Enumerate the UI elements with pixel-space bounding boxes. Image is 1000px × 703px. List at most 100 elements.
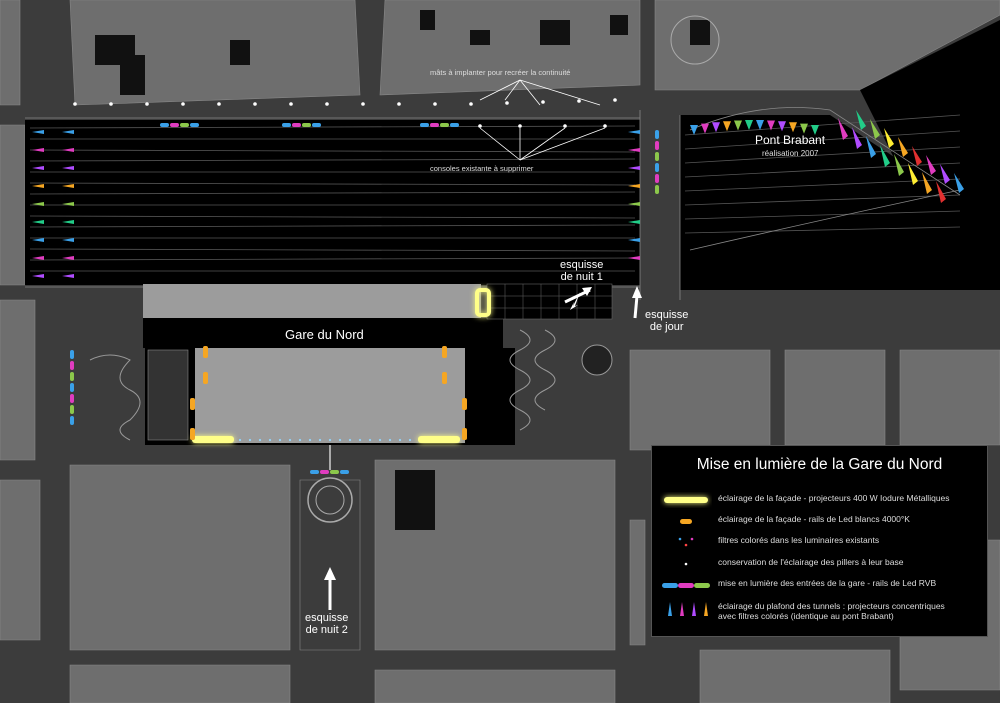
rgb-led-segment xyxy=(70,350,74,359)
rgb-led-segment xyxy=(70,372,74,381)
rgb-led-segment xyxy=(282,123,291,127)
pont-cone xyxy=(856,110,866,130)
legend-item-tunnels: éclairage du plafond des tunnels : proje… xyxy=(652,598,987,628)
pillar-dot xyxy=(408,438,412,442)
block-left-2 xyxy=(0,299,36,461)
station-left-wing xyxy=(147,349,189,441)
map-canvas: mâts à implanter pour recréer la continu… xyxy=(0,0,1000,703)
rgb-led-segment xyxy=(655,141,659,150)
pillar-dot xyxy=(358,438,362,442)
pillar-dot xyxy=(328,438,332,442)
cone-projectors-icon xyxy=(668,602,708,616)
label-mats: mâts à implanter pour recréer la continu… xyxy=(430,68,571,77)
rgb-led-segment xyxy=(450,123,459,127)
block-bottom-strip-2 xyxy=(374,669,616,703)
rgb-led-segment xyxy=(160,123,169,127)
rgb-led-segment xyxy=(655,174,659,183)
rgb-bar-icon xyxy=(662,583,710,588)
console-dot xyxy=(478,124,482,128)
rgb-led-segment xyxy=(70,383,74,392)
pillar-dot xyxy=(248,438,252,442)
rgb-led-segment xyxy=(320,470,329,474)
legend-item-rgb: mise en lumière des entrées de la gare -… xyxy=(652,575,987,593)
rgb-led-segment xyxy=(292,123,301,127)
rgb-led-segment xyxy=(330,470,339,474)
orange-dash-icon xyxy=(680,519,692,524)
block-right-1 xyxy=(629,349,771,451)
rgb-led-segment xyxy=(180,123,189,127)
rgb-led-segment xyxy=(655,163,659,172)
console-dot xyxy=(603,124,607,128)
label-esquisse-nuit-1: esquisse de nuit 1 xyxy=(560,259,604,283)
rgb-led-segment xyxy=(655,185,659,194)
mast-dot xyxy=(577,99,581,103)
legend-item-filters: filtres colorés dans les luminaires exis… xyxy=(652,532,987,550)
legend-item-pillars: conservation de l'éclairage des pillers … xyxy=(652,554,987,572)
rgb-led-segment xyxy=(70,394,74,403)
label-pont-brabant: Pont Brabant xyxy=(755,133,826,147)
rgb-led-segment xyxy=(340,470,349,474)
legend-panel: Mise en lumière de la Gare du Nord éclai… xyxy=(651,445,988,637)
mast-dot xyxy=(433,102,437,106)
block-top-2 xyxy=(379,0,641,96)
mast-dot xyxy=(361,102,365,106)
white-dot-icon xyxy=(684,562,688,566)
block-right-2 xyxy=(784,349,886,446)
pillar-dot xyxy=(388,438,392,442)
label-esquisse-jour: esquisse de jour xyxy=(645,309,689,333)
block-bottom-strip-1 xyxy=(69,664,291,703)
colored-dots-icon xyxy=(678,537,694,547)
mast-dot xyxy=(145,102,149,106)
block-right-4 xyxy=(629,519,646,646)
pillar-dot xyxy=(348,438,352,442)
label-pont-year: réalisation 2007 xyxy=(762,149,819,158)
pillar-dot xyxy=(258,438,262,442)
mast-dot xyxy=(397,102,401,106)
legend-item-floodlights: éclairage de la façade - projecteurs 400… xyxy=(652,490,987,508)
mast-dot xyxy=(253,102,257,106)
rgb-led-segment xyxy=(430,123,439,127)
mast-dot xyxy=(325,102,329,106)
mast-dot xyxy=(289,102,293,106)
mast-dot xyxy=(541,100,545,104)
block-top-left-edge xyxy=(0,0,21,106)
map-title-gare-du-nord: Gare du Nord xyxy=(285,327,364,342)
pillar-dot xyxy=(288,438,292,442)
block-bottom-right xyxy=(699,649,891,703)
yellow-bar-icon xyxy=(664,497,708,503)
rgb-led-segment xyxy=(170,123,179,127)
rgb-led-segment xyxy=(312,123,321,127)
mast-dot xyxy=(217,102,221,106)
pillar-dot xyxy=(238,438,242,442)
pillar-dot xyxy=(368,438,372,442)
rgb-led-segment xyxy=(70,361,74,370)
rgb-led-segment xyxy=(420,123,429,127)
legend-item-led-white: éclairage de la façade - rails de Led bl… xyxy=(652,511,987,529)
block-bottom-1 xyxy=(69,464,291,651)
rgb-led-segment xyxy=(655,130,659,139)
mast-dot xyxy=(505,101,509,105)
rgb-led-segment xyxy=(655,152,659,161)
place-circle xyxy=(307,477,353,523)
rail-area xyxy=(25,120,640,285)
block-left-1 xyxy=(0,124,26,286)
legend-title: Mise en lumière de la Gare du Nord xyxy=(696,456,943,473)
rotunda-right xyxy=(581,344,613,376)
label-consoles: consoles existante à supprimer xyxy=(430,164,534,173)
rgb-led-segment xyxy=(302,123,311,127)
pillar-dot xyxy=(378,438,382,442)
facade-light-left xyxy=(192,436,234,443)
mast-dot xyxy=(73,102,77,106)
station-hall-gray xyxy=(195,348,465,443)
pillar-dot xyxy=(318,438,322,442)
mast-dot xyxy=(469,102,473,106)
pillar-dot xyxy=(278,438,282,442)
facade-light-top xyxy=(475,288,491,317)
rgb-led-segment xyxy=(440,123,449,127)
label-esquisse-nuit-2: esquisse de nuit 2 xyxy=(305,612,349,636)
block-right-3 xyxy=(899,349,1000,446)
pillar-dot xyxy=(338,438,342,442)
pillar-dot xyxy=(298,438,302,442)
rgb-led-segment xyxy=(70,416,74,425)
mast-dot xyxy=(109,102,113,106)
